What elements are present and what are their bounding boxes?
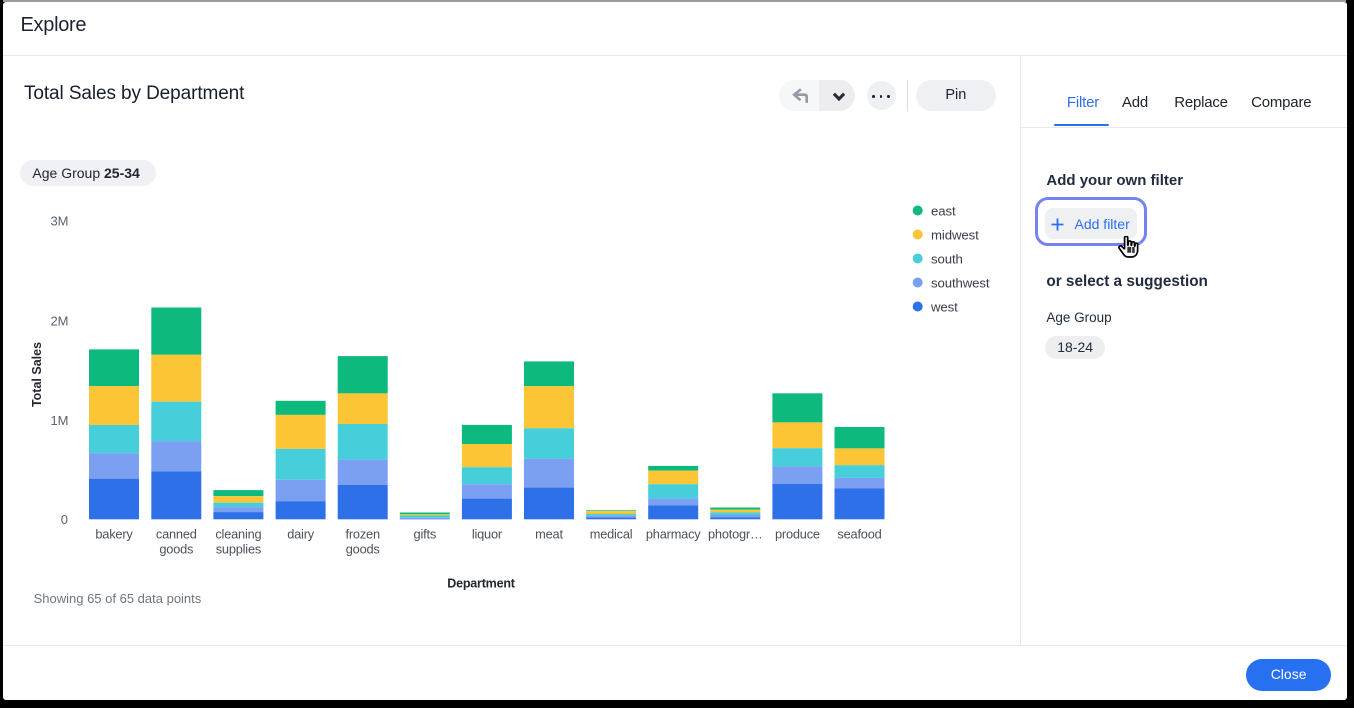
svg-text:supplies: supplies xyxy=(216,542,261,557)
svg-text:3M: 3M xyxy=(50,214,68,229)
svg-text:frozen: frozen xyxy=(346,527,380,542)
svg-text:cleaning: cleaning xyxy=(215,527,261,542)
svg-text:photogr…: photogr… xyxy=(708,527,763,542)
svg-text:seafood: seafood xyxy=(837,527,881,542)
svg-text:0: 0 xyxy=(61,512,68,527)
svg-text:goods: goods xyxy=(346,542,380,557)
svg-text:west: west xyxy=(930,299,958,314)
svg-text:2M: 2M xyxy=(50,314,68,329)
svg-text:medical: medical xyxy=(590,527,633,542)
svg-text:south: south xyxy=(931,251,963,266)
svg-text:pharmacy: pharmacy xyxy=(646,527,701,542)
svg-text:Total Sales: Total Sales xyxy=(30,342,44,407)
svg-text:Showing 65 of 65 data points: Showing 65 of 65 data points xyxy=(34,591,202,606)
svg-text:produce: produce xyxy=(775,527,820,542)
svg-text:gifts: gifts xyxy=(414,527,436,542)
svg-text:southwest: southwest xyxy=(931,275,990,290)
svg-text:canned: canned xyxy=(156,527,197,542)
svg-text:east: east xyxy=(931,203,956,218)
svg-text:midwest: midwest xyxy=(931,227,979,242)
svg-text:1M: 1M xyxy=(50,413,68,428)
svg-text:bakery: bakery xyxy=(95,527,133,542)
svg-text:liquor: liquor xyxy=(472,527,503,542)
svg-text:dairy: dairy xyxy=(287,527,315,542)
svg-text:Department: Department xyxy=(447,577,515,591)
svg-text:meat: meat xyxy=(535,527,563,542)
svg-text:goods: goods xyxy=(159,542,193,557)
